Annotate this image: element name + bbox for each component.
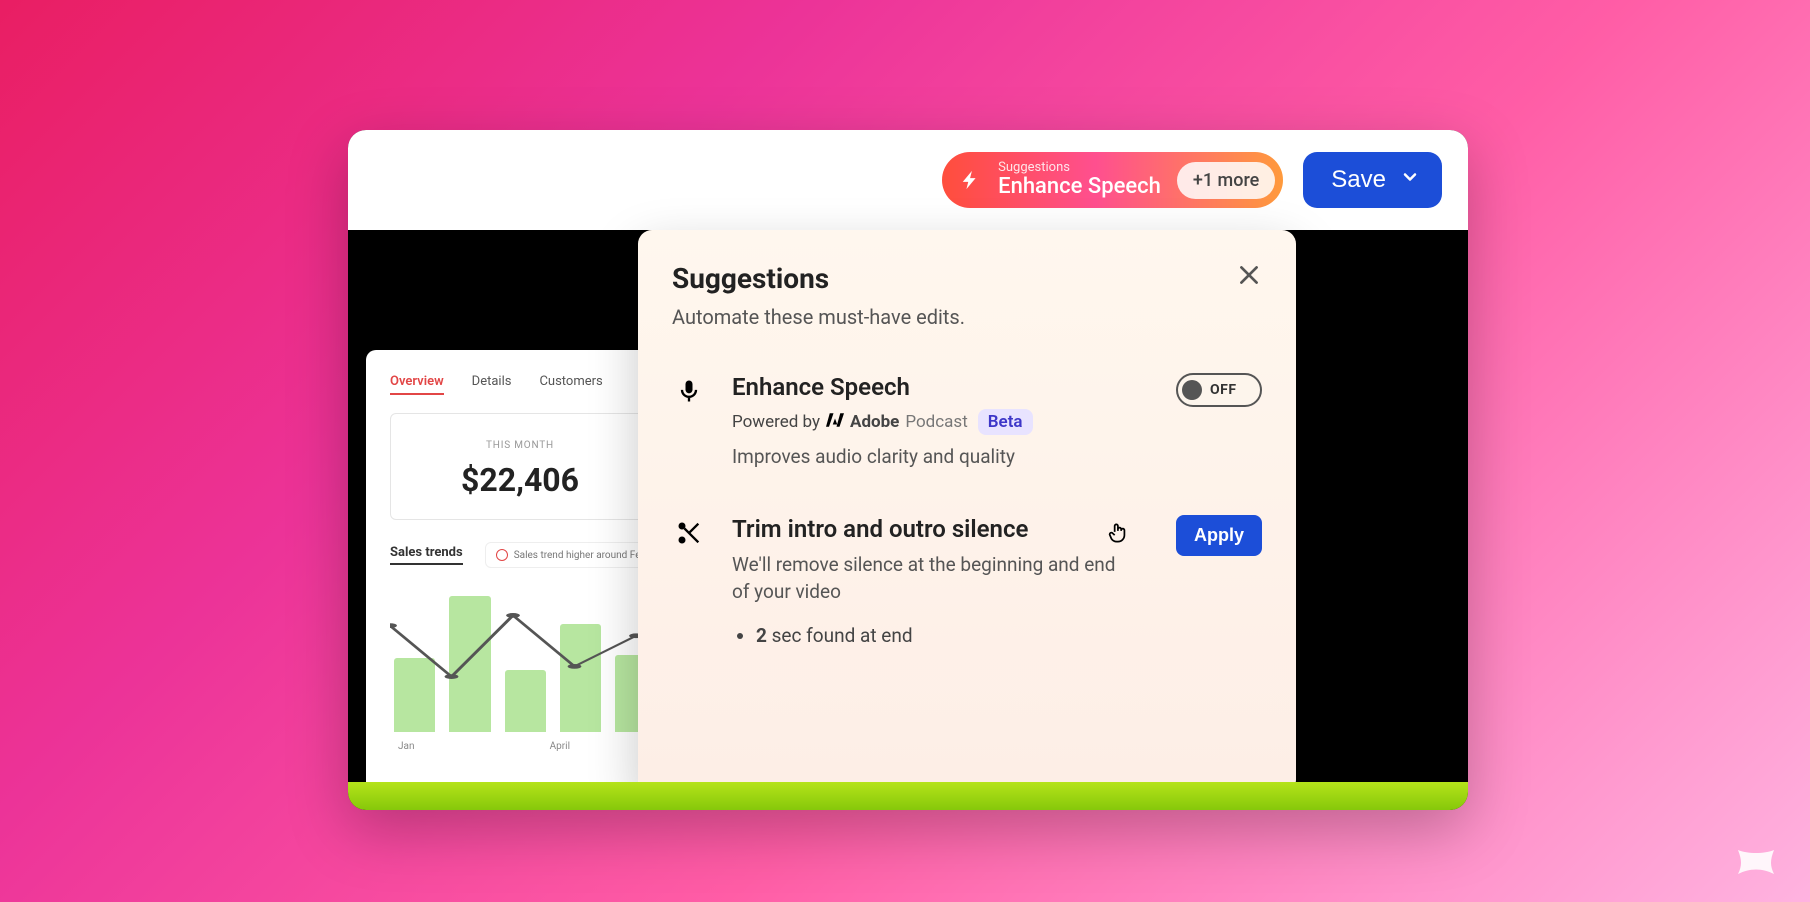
metric-value: $22,406	[411, 461, 629, 499]
beta-badge: Beta	[978, 409, 1033, 435]
suggestions-pill-small: Suggestions	[998, 161, 1161, 175]
app-window: Suggestions Enhance Speech +1 more Save …	[348, 130, 1468, 810]
metric-label: THIS MONTH	[411, 440, 629, 451]
powered-by-row: Powered by Adobe Podcast Beta	[732, 409, 1126, 435]
suggestion-title: Enhance Speech	[732, 373, 1126, 401]
popup-header: Suggestions Automate these must-have edi…	[672, 262, 1262, 329]
chart-bar	[560, 624, 601, 732]
suggestion-bullet: 2 sec found at end	[756, 624, 1126, 647]
tab-details[interactable]: Details	[472, 374, 512, 395]
suggestion-desc: Improves audio clarity and quality	[732, 443, 1126, 471]
suggestion-title: Trim intro and outro silence	[732, 515, 1126, 543]
powered-brand: Adobe	[850, 412, 899, 432]
timeline-strip	[348, 782, 1468, 810]
save-button-label: Save	[1331, 166, 1386, 194]
suggestion-enhance-speech: Enhance Speech Powered by Adobe Podcast …	[672, 373, 1262, 471]
suggestions-pill[interactable]: Suggestions Enhance Speech +1 more	[942, 152, 1283, 208]
topbar: Suggestions Enhance Speech +1 more Save	[348, 130, 1468, 230]
metric-box: THIS MONTH $22,406 Sal	[390, 413, 650, 520]
popup-title: Suggestions	[672, 262, 965, 295]
bullet-text: sec found at end	[767, 624, 913, 647]
sales-title: Sales trends	[390, 545, 463, 565]
apply-button[interactable]: Apply	[1176, 515, 1262, 556]
chevron-down-icon	[1400, 166, 1420, 194]
toggle-state: OFF	[1210, 382, 1237, 398]
tab-overview[interactable]: Overview	[390, 374, 444, 395]
chart-bar	[449, 596, 490, 732]
microphone-icon	[675, 377, 703, 471]
suggestion-desc: We'll remove silence at the beginning an…	[732, 551, 1126, 606]
suggestion-trim-silence: Trim intro and outro silence We'll remov…	[672, 515, 1262, 647]
powered-suffix: Podcast	[905, 412, 967, 432]
chart-bar	[505, 670, 546, 732]
scissors-icon	[675, 519, 703, 647]
toggle-knob	[1182, 380, 1202, 400]
enhance-speech-toggle[interactable]: OFF	[1176, 373, 1262, 407]
adobe-logo-icon	[826, 411, 844, 434]
brand-logo-icon	[1732, 832, 1780, 880]
chart-bar	[394, 658, 435, 732]
close-icon[interactable]	[1236, 262, 1262, 288]
bullet-count: 2	[756, 624, 767, 647]
save-button[interactable]: Save	[1303, 152, 1442, 208]
popup-subtitle: Automate these must-have edits.	[672, 305, 965, 329]
info-dot-icon	[496, 549, 508, 561]
xaxis-tick: Jan	[398, 741, 414, 752]
suggestions-popup: Suggestions Automate these must-have edi…	[638, 230, 1296, 794]
xaxis-tick: April	[550, 741, 570, 752]
tab-customers[interactable]: Customers	[539, 374, 602, 395]
bolt-icon	[960, 169, 982, 191]
suggestions-pill-more[interactable]: +1 more	[1177, 162, 1275, 199]
suggestions-pill-labels: Suggestions Enhance Speech	[998, 161, 1161, 199]
suggestions-pill-big: Enhance Speech	[998, 175, 1161, 199]
powered-prefix: Powered by	[732, 412, 820, 432]
